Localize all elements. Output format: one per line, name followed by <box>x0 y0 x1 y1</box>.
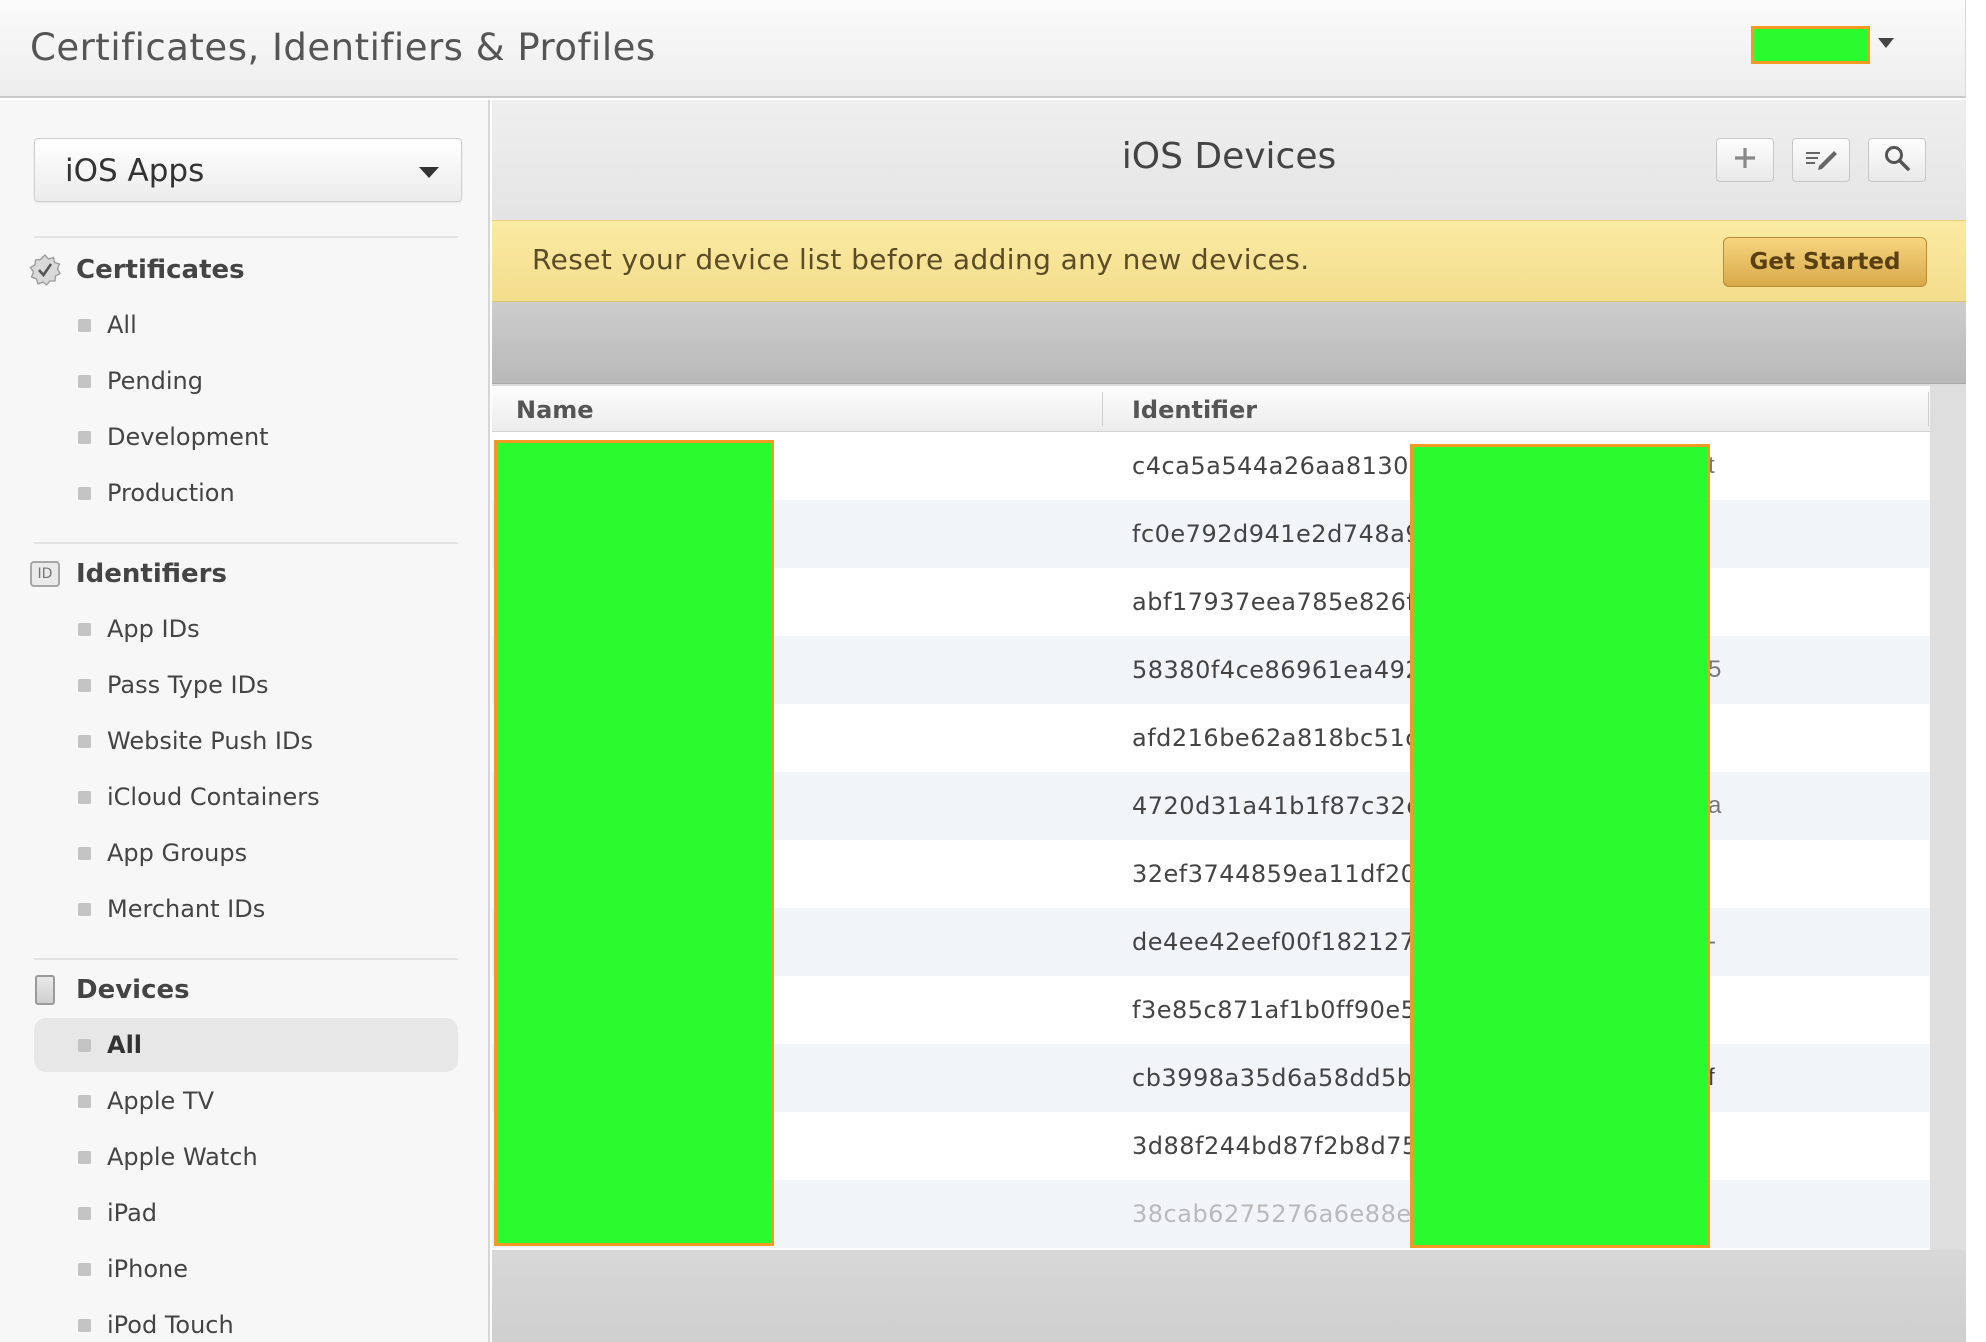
table-header: Name Identifier <box>492 386 1930 432</box>
sidebar-item-label: Merchant IDs <box>107 895 266 923</box>
sidebar-item-development[interactable]: Development <box>34 410 458 464</box>
scrollbar-track[interactable] <box>1930 386 1966 1250</box>
bullet <box>78 1318 91 1332</box>
sidebar-item-ipad[interactable]: iPad <box>34 1186 458 1240</box>
sidebar-item-production[interactable]: Production <box>34 466 458 520</box>
sidebar-item-certificates-all[interactable]: All <box>34 298 458 352</box>
section-title: Certificates <box>76 255 245 285</box>
sidebar-item-label: iCloud Containers <box>107 783 320 811</box>
sidebar-item-label: App Groups <box>107 839 248 867</box>
sidebar-item-label: All <box>107 311 137 339</box>
bullet <box>78 622 91 636</box>
bullet <box>78 1150 91 1164</box>
account-menu-redacted[interactable] <box>1751 26 1870 64</box>
section-devices: Devices <box>28 970 190 1010</box>
device-icon <box>28 973 62 1007</box>
sidebar-item-app-ids[interactable]: App IDs <box>34 602 458 656</box>
platform-select[interactable]: iOS Apps <box>34 138 462 202</box>
bullet <box>78 846 91 860</box>
section-identifiers: ID Identifiers <box>28 554 227 594</box>
bullet <box>78 374 91 388</box>
bullet <box>78 1094 91 1108</box>
get-started-button[interactable]: Get Started <box>1723 237 1927 287</box>
sidebar: iOS Apps Certificates All Pending Develo… <box>0 100 490 1342</box>
sidebar-item-apple-tv[interactable]: Apple TV <box>34 1074 458 1128</box>
app-title: Certificates, Identifiers & Profiles <box>30 26 656 69</box>
bullet <box>78 486 91 500</box>
bullet <box>78 734 91 748</box>
identifier-fragment: a <box>1708 792 1722 819</box>
add-device-button[interactable] <box>1716 138 1774 182</box>
bullet <box>78 902 91 916</box>
column-header-name[interactable]: Name <box>516 396 594 424</box>
name-column-redaction <box>494 440 774 1246</box>
section-certificates: Certificates <box>28 250 245 290</box>
sidebar-item-label: App IDs <box>107 615 200 643</box>
sidebar-item-ipod-touch[interactable]: iPod Touch <box>34 1298 458 1342</box>
divider <box>34 542 458 544</box>
bullet <box>78 318 91 332</box>
sidebar-item-label: Development <box>107 423 269 451</box>
bullet <box>78 790 91 804</box>
bullet <box>78 1206 91 1220</box>
bullet <box>78 1038 91 1052</box>
edit-icon <box>1803 145 1839 176</box>
sidebar-item-app-groups[interactable]: App Groups <box>34 826 458 880</box>
column-separator <box>1928 392 1929 426</box>
chevron-down-icon <box>419 167 439 178</box>
sidebar-item-label: Website Push IDs <box>107 727 313 755</box>
devices-table: Name Identifier c4ca5a544a26aa81301 fc0e… <box>492 386 1930 1250</box>
sidebar-item-apple-watch[interactable]: Apple Watch <box>34 1130 458 1184</box>
sidebar-item-website-push-ids[interactable]: Website Push IDs <box>34 714 458 768</box>
main-content: iOS Devices Reset your device list befor… <box>492 100 1966 1342</box>
search-button[interactable] <box>1868 138 1926 182</box>
sidebar-item-pending[interactable]: Pending <box>34 354 458 408</box>
section-title: Identifiers <box>76 559 227 589</box>
platform-select-value: iOS Apps <box>65 153 205 189</box>
sidebar-item-label: iPod Touch <box>107 1311 234 1339</box>
sidebar-item-label: Pass Type IDs <box>107 671 269 699</box>
device-glyph <box>35 975 55 1005</box>
top-header: Certificates, Identifiers & Profiles <box>0 0 1966 98</box>
sidebar-item-merchant-ids[interactable]: Merchant IDs <box>34 882 458 936</box>
section-title: Devices <box>76 975 190 1005</box>
banner-message: Reset your device list before adding any… <box>532 243 1310 276</box>
edit-button[interactable] <box>1792 138 1850 182</box>
caret-down-icon[interactable] <box>1878 38 1894 48</box>
identifier-fragment: 5 <box>1708 656 1722 683</box>
identifier-column-redaction <box>1410 444 1710 1248</box>
sidebar-item-pass-type-ids[interactable]: Pass Type IDs <box>34 658 458 712</box>
content-toolbar: iOS Devices <box>492 100 1966 220</box>
id-badge-text: ID <box>30 561 60 587</box>
filter-strip <box>492 302 1966 384</box>
plus-icon <box>1732 145 1758 176</box>
certificate-badge-icon <box>28 253 62 287</box>
sidebar-item-label: Production <box>107 479 235 507</box>
bullet <box>78 430 91 444</box>
sidebar-item-label: iPhone <box>107 1255 189 1283</box>
sidebar-item-label: Apple TV <box>107 1087 215 1115</box>
column-header-identifier[interactable]: Identifier <box>1132 396 1257 424</box>
search-icon <box>1883 144 1911 177</box>
reset-banner: Reset your device list before adding any… <box>492 220 1966 302</box>
sidebar-item-label: Pending <box>107 367 203 395</box>
table-footer <box>492 1250 1966 1342</box>
bullet <box>78 678 91 692</box>
divider <box>34 958 458 960</box>
sidebar-item-icloud-containers[interactable]: iCloud Containers <box>34 770 458 824</box>
divider <box>34 236 458 238</box>
column-separator <box>1102 392 1103 426</box>
sidebar-item-label: Apple Watch <box>107 1143 258 1171</box>
sidebar-item-label: All <box>107 1031 143 1059</box>
id-badge-icon: ID <box>28 557 62 591</box>
bullet <box>78 1262 91 1276</box>
sidebar-item-devices-all[interactable]: All <box>34 1018 458 1072</box>
sidebar-item-label: iPad <box>107 1199 158 1227</box>
sidebar-item-iphone[interactable]: iPhone <box>34 1242 458 1296</box>
